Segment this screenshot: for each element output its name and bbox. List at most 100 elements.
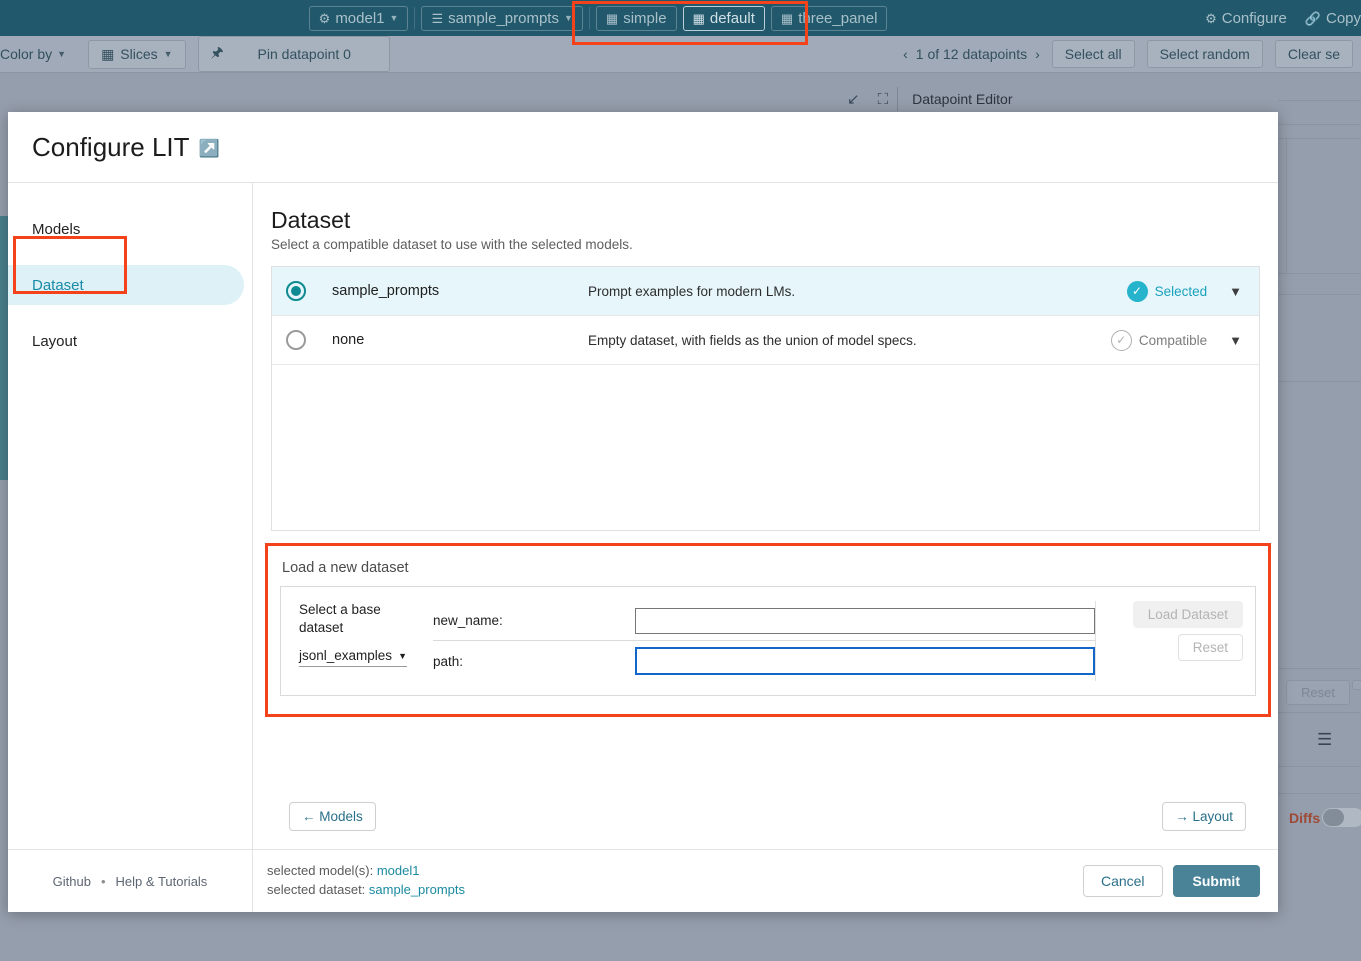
background-reset-button[interactable]: Reset	[1286, 680, 1350, 705]
dialog-header: Configure LIT ↗️	[8, 112, 1278, 183]
prev-datapoint-icon[interactable]: ‹	[903, 46, 908, 62]
layout-tab-simple-label: simple	[623, 10, 666, 27]
github-link[interactable]: Github	[53, 874, 91, 889]
datapoint-pager[interactable]: ‹ 1 of 12 datapoints ›	[903, 46, 1040, 62]
submit-button[interactable]: Submit	[1173, 865, 1260, 897]
chevron-down-icon: ▼	[564, 13, 573, 23]
help-tutorials-link[interactable]: Help & Tutorials	[116, 874, 208, 889]
sidebar-item-models[interactable]: Models	[8, 209, 244, 249]
select-all-button[interactable]: Select all	[1052, 40, 1135, 68]
reset-button[interactable]: Reset	[1178, 634, 1243, 661]
sidebar-footer: Github • Help & Tutorials	[8, 849, 252, 912]
dialog-sidebar: Models Dataset Layout Github • Help & Tu…	[8, 183, 253, 912]
layout-tab-three-panel[interactable]: ▦ three_panel	[771, 6, 888, 31]
copy-button[interactable]: 🔗 Copy	[1296, 7, 1361, 30]
diffs-label: Diffs	[1289, 810, 1320, 826]
model-selector[interactable]: ⚙ model1 ▼	[309, 6, 409, 31]
layout-tab-default-label: default	[710, 10, 755, 27]
load-new-dataset-form: Select a base dataset jsonl_examples ▼ n…	[280, 586, 1256, 696]
selection-summary: selected model(s): model1 selected datas…	[267, 862, 465, 900]
select-random-button[interactable]: Select random	[1147, 40, 1263, 68]
pin-datapoint-button[interactable]: 🖈 Pin datapoint 0	[198, 36, 390, 72]
selected-dataset-value[interactable]: sample_prompts	[369, 882, 465, 897]
chevron-down-icon: ▼	[164, 49, 173, 59]
next-page-button[interactable]: → Layout	[1162, 802, 1246, 831]
chevron-down-icon: ▼	[390, 13, 399, 23]
section-heading: Dataset	[271, 207, 1260, 234]
background-extra-button[interactable]	[1352, 680, 1361, 690]
copy-label: Copy	[1326, 10, 1361, 27]
cancel-button[interactable]: Cancel	[1083, 865, 1163, 897]
layout-tab-group: ▦ simple ▦ default ▦ three_panel	[596, 6, 888, 31]
sidebar-item-label: Dataset	[32, 277, 84, 294]
background-rule	[1278, 766, 1361, 767]
sidebar-item-label: Layout	[32, 333, 77, 350]
path-input[interactable]	[635, 647, 1095, 675]
toolbar-divider	[414, 7, 415, 29]
dataset-description: Prompt examples for modern LMs.	[588, 284, 1127, 299]
chevron-down-icon: ▼	[57, 49, 66, 59]
background-rule	[1278, 124, 1361, 125]
dataset-list: sample_prompts Prompt examples for moder…	[271, 266, 1260, 531]
status-badge: ✓ Selected	[1127, 281, 1208, 302]
color-by-label: Color by	[0, 46, 52, 62]
new-name-input[interactable]	[635, 608, 1095, 634]
check-circle-icon: ✓	[1127, 281, 1148, 302]
color-by-control[interactable]: Color by ▼	[0, 42, 74, 66]
select-all-label: Select all	[1065, 46, 1122, 62]
configure-label: Configure	[1222, 10, 1287, 27]
table-row[interactable]: sample_prompts Prompt examples for moder…	[272, 267, 1259, 316]
slices-button[interactable]: ▦ Slices ▼	[88, 40, 186, 69]
background-rule	[1278, 712, 1361, 713]
pin-icon: 🖈	[211, 42, 224, 66]
selected-dataset-label: selected dataset:	[267, 882, 365, 897]
layout-tab-simple[interactable]: ▦ simple	[596, 6, 677, 31]
base-dataset-select[interactable]: jsonl_examples ▼	[299, 648, 407, 667]
diffs-toggle[interactable]	[1322, 808, 1361, 827]
background-panel-bar: ↙ ⛶ Datapoint Editor	[838, 84, 1013, 114]
open-in-new-icon[interactable]: ↗️	[199, 139, 220, 159]
dialog-content: Dataset Select a compatible dataset to u…	[253, 183, 1278, 912]
dataset-radio[interactable]	[286, 330, 306, 350]
chevron-down-icon: ▼	[398, 651, 407, 661]
sidebar-item-layout[interactable]: Layout	[8, 321, 244, 361]
dialog-title-text: Configure LIT	[32, 132, 190, 162]
sidebar-item-dataset[interactable]: Dataset	[8, 265, 244, 305]
load-dataset-button[interactable]: Load Dataset	[1133, 601, 1243, 628]
top-toolbar: ⚙ model1 ▼ ☰ sample_prompts ▼ ▦ simple ▦…	[0, 0, 1361, 36]
datapoint-counter: 1 of 12 datapoints	[916, 46, 1027, 62]
pin-datapoint-label: Pin datapoint 0	[258, 46, 351, 62]
background-rule	[1278, 381, 1361, 382]
gear-icon: ⚙	[1205, 12, 1217, 25]
link-icon: 🔗	[1305, 12, 1321, 25]
slices-label: Slices	[120, 46, 157, 62]
background-rule	[1278, 294, 1361, 295]
status-badge: ✓ Compatible	[1111, 330, 1207, 351]
background-rule	[1278, 100, 1361, 101]
grid-icon: ▦	[101, 46, 114, 63]
list-icon: ☰	[431, 12, 443, 25]
datapoint-editor-title: Datapoint Editor	[912, 91, 1012, 107]
background-rule	[1286, 138, 1287, 273]
fullscreen-icon[interactable]: ⛶	[878, 91, 889, 108]
collapse-icon[interactable]: ↙	[847, 90, 860, 108]
dataset-radio[interactable]	[286, 281, 306, 301]
separator: •	[101, 874, 106, 889]
dataset-name: none	[332, 332, 588, 348]
prev-page-button[interactable]: ← Models	[289, 802, 376, 831]
layout-tab-default[interactable]: ▦ default	[683, 6, 765, 31]
table-row[interactable]: none Empty dataset, with fields as the u…	[272, 316, 1259, 365]
selected-models-value[interactable]: model1	[377, 863, 420, 878]
chevron-down-icon[interactable]: ▼	[1229, 284, 1242, 299]
load-new-dataset-panel: Load a new dataset Select a base dataset…	[265, 543, 1271, 717]
chevron-down-icon[interactable]: ▼	[1229, 333, 1242, 348]
clear-selection-button[interactable]: Clear se	[1275, 40, 1353, 68]
drag-handle-icon[interactable]: ☰	[1317, 730, 1332, 750]
dataset-selector[interactable]: ☰ sample_prompts ▼	[421, 6, 582, 31]
sidebar-item-label: Models	[32, 221, 80, 238]
configure-button[interactable]: ⚙ Configure	[1196, 7, 1296, 30]
next-datapoint-icon[interactable]: ›	[1035, 46, 1040, 62]
configure-lit-dialog: Configure LIT ↗️ Models Dataset Layout Gi…	[8, 112, 1278, 912]
dialog-footer: selected model(s): model1 selected datas…	[253, 849, 1278, 912]
field-row-path: path:	[433, 641, 1095, 681]
